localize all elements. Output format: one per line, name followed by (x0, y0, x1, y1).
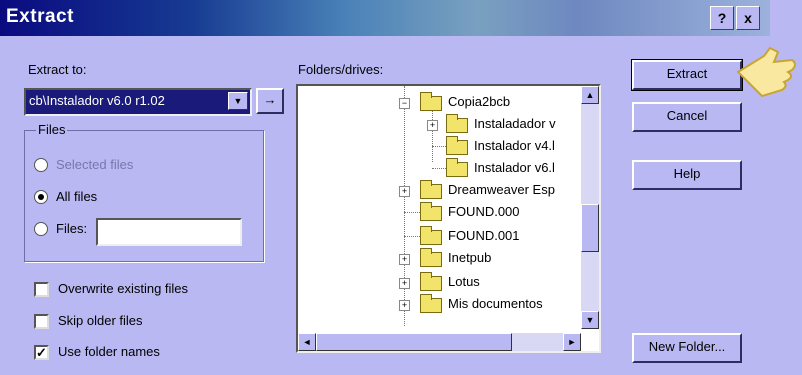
expand-icon[interactable]: + (399, 300, 410, 311)
folders-label: Folders/drives: (298, 62, 384, 77)
open-folder-icon (446, 158, 468, 177)
tree-item-dreamweaver[interactable]: Dreamweaver Esp (448, 182, 555, 197)
files-label: Files: (56, 221, 88, 236)
overwrite-label: Overwrite existing files (58, 281, 189, 296)
folder-icon (420, 180, 442, 199)
tree-line (432, 146, 446, 147)
cancel-button[interactable]: Cancel (632, 102, 742, 132)
dropdown-arrow-icon[interactable]: ▼ (228, 92, 248, 110)
scroll-thumb[interactable] (581, 204, 599, 252)
browse-button[interactable]: → (256, 88, 284, 114)
skip-older-checkbox[interactable] (34, 314, 49, 329)
files-radio[interactable] (34, 222, 48, 236)
folder-icon (420, 92, 442, 111)
files-input[interactable] (96, 218, 242, 246)
scroll-up-icon[interactable]: ▲ (581, 86, 599, 104)
tree-item-instaladador[interactable]: Instaladador v (474, 116, 556, 131)
horizontal-scrollbar[interactable]: ◄ ► (298, 333, 581, 351)
hscroll-thumb[interactable] (316, 333, 512, 351)
folder-icon (420, 294, 442, 313)
folder-icon (446, 136, 468, 155)
expand-icon[interactable]: + (399, 278, 410, 289)
dialog-title: Extract (6, 6, 74, 27)
pointing-hand-icon (736, 46, 796, 98)
tree-line (404, 236, 420, 237)
extract-button[interactable]: Extract (631, 59, 743, 91)
help-button[interactable]: Help (632, 160, 742, 190)
title-bar[interactable]: Extract ? x (0, 0, 770, 36)
tree-line (404, 212, 420, 213)
tree-item-copia2bcb[interactable]: Copia2bcb (448, 94, 510, 109)
all-files-radio[interactable] (34, 190, 48, 204)
folder-icon (420, 248, 442, 267)
skip-older-label: Skip older files (58, 313, 143, 328)
folder-icon (420, 226, 442, 245)
scroll-down-icon[interactable]: ▼ (581, 311, 599, 329)
tree-line (432, 168, 446, 169)
tree-item-inetpub[interactable]: Inetpub (448, 250, 491, 265)
extract-to-label: Extract to: (28, 62, 87, 77)
tree-line (432, 106, 433, 162)
tree-item-lotus[interactable]: Lotus (448, 274, 480, 289)
folder-icon (420, 202, 442, 221)
extract-dialog: Extract ? x Extract to: cb\Instalador v6… (0, 0, 802, 375)
tree-item-found-001[interactable]: FOUND.001 (448, 228, 520, 243)
use-folder-names-label: Use folder names (58, 344, 160, 359)
vertical-scrollbar[interactable]: ▲ ▼ (581, 86, 599, 329)
folder-icon (420, 272, 442, 291)
tree-item-instalador-v6[interactable]: Instalador v6.l (474, 160, 555, 175)
tree-item-mis-documentos[interactable]: Mis documentos (448, 296, 543, 311)
tree-line (404, 86, 405, 326)
expand-icon[interactable]: + (427, 120, 438, 131)
selected-files-radio[interactable] (34, 158, 48, 172)
folder-icon (446, 114, 468, 133)
extract-to-combobox[interactable]: cb\Instalador v6.0 r1.02 ▼ (24, 88, 252, 116)
overwrite-checkbox[interactable] (34, 282, 49, 297)
scroll-right-icon[interactable]: ► (563, 333, 581, 351)
selected-files-label: Selected files (56, 157, 134, 172)
use-folder-names-checkbox[interactable]: ✓ (34, 345, 49, 360)
all-files-label: All files (56, 189, 98, 204)
files-group-title: Files (36, 122, 68, 137)
extract-to-value: cb\Instalador v6.0 r1.02 (29, 93, 165, 108)
collapse-icon[interactable]: − (399, 98, 410, 109)
folder-tree[interactable]: − Copia2bcb + Instaladador v Instalador … (296, 84, 601, 353)
close-button[interactable]: x (736, 6, 760, 30)
tree-item-found-000[interactable]: FOUND.000 (448, 204, 520, 219)
tree-item-instalador-v4[interactable]: Instalador v4.l (474, 138, 555, 153)
expand-icon[interactable]: + (399, 186, 410, 197)
new-folder-button[interactable]: New Folder... (632, 333, 742, 363)
expand-icon[interactable]: + (399, 254, 410, 265)
help-title-button[interactable]: ? (710, 6, 734, 30)
scroll-left-icon[interactable]: ◄ (298, 333, 316, 351)
